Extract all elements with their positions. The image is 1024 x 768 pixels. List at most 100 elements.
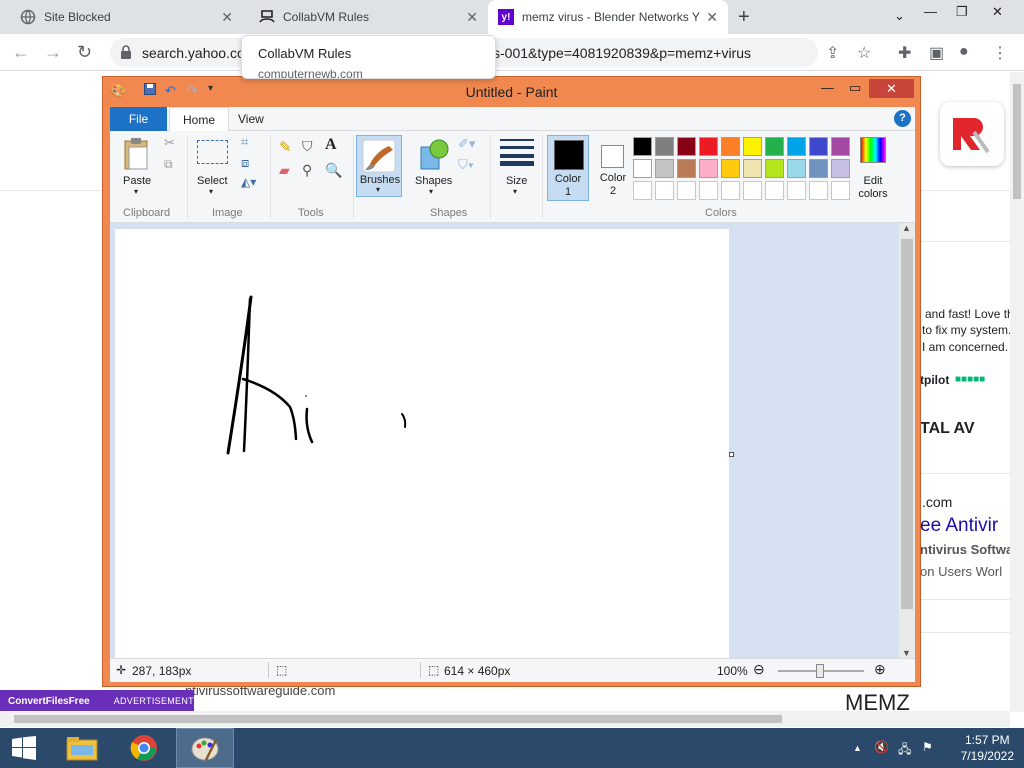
paste-icon[interactable] [123,137,151,174]
shape-fill-icon[interactable]: ⛉▾ [458,157,474,173]
palette-swatch[interactable] [743,181,762,200]
paste-button[interactable]: Paste [123,175,151,187]
palette-swatch[interactable] [721,159,740,178]
scroll-thumb[interactable] [14,715,782,723]
forward-icon[interactable]: → [44,42,62,63]
chrome-taskbar-button[interactable] [115,728,173,768]
palette-swatch[interactable] [809,159,828,178]
share-icon[interactable]: ⇪ [826,43,839,63]
start-button[interactable] [0,728,48,768]
color1-button[interactable]: Color 1 [547,135,589,201]
tab-memz-virus[interactable]: y! memz virus - Blender Networks Y ✕ [488,0,728,34]
palette-swatch[interactable] [699,181,718,200]
reload-icon[interactable]: ↻ [77,42,92,63]
menu-icon[interactable]: ⋮ [992,43,1008,63]
cut-icon[interactable]: ✂ [164,135,175,151]
resize-icon[interactable]: ⧈ [241,155,249,171]
canvas-vertical-scrollbar[interactable]: ▲ ▼ [899,223,915,658]
restore-icon[interactable]: ❐ [956,4,968,20]
size-button[interactable]: Size [506,175,527,187]
copy-icon[interactable]: ⧉ [164,157,173,172]
page-vertical-scrollbar[interactable] [1010,72,1024,712]
bookmark-star-icon[interactable]: ☆ [857,43,871,63]
palette-swatch[interactable] [809,137,828,156]
dropdown-arrow-icon[interactable]: ▾ [429,187,433,196]
action-center-icon[interactable]: ⚑ [922,740,933,754]
close-tab-icon[interactable]: ✕ [221,9,233,26]
palette-swatch[interactable] [831,159,850,178]
close-tab-icon[interactable]: ✕ [706,9,718,26]
tab-site-blocked[interactable]: Site Blocked ✕ [0,0,243,34]
palette-swatch[interactable] [809,181,828,200]
palette-swatch[interactable] [677,159,696,178]
palette-swatch[interactable] [831,137,850,156]
paint-maximize-icon[interactable]: ▭ [849,80,861,96]
help-icon[interactable]: ? [894,110,911,127]
edit-colors-label[interactable]: Edit [855,175,891,187]
brushes-button[interactable]: Brushes ▾ [356,135,402,197]
shapes-icon[interactable] [417,137,451,174]
palette-swatch[interactable] [787,181,806,200]
magnifier-icon[interactable]: 🔍 [325,162,342,179]
paint-taskbar-button[interactable] [176,728,234,768]
palette-swatch[interactable] [765,137,784,156]
zoom-out-icon[interactable]: ⊖ [753,661,765,678]
eraser-icon[interactable]: ▰ [279,162,290,179]
shapes-button[interactable]: Shapes [415,175,452,187]
color-picker-icon[interactable]: ⚲ [302,162,312,179]
palette-swatch[interactable] [655,181,674,200]
edit-colors-label-2[interactable]: colors [854,188,892,200]
close-tab-icon[interactable]: ✕ [466,9,478,26]
text-icon[interactable]: A [325,136,337,154]
fill-icon[interactable]: ⛉ [302,138,313,155]
reason-app-icon[interactable] [940,102,1004,166]
system-clock[interactable]: 1:57 PM 7/19/2022 [961,732,1014,764]
show-hidden-icons[interactable]: ▲ [853,743,862,753]
scroll-up-icon[interactable]: ▲ [902,223,911,233]
outline-icon[interactable]: ✐▾ [458,136,475,152]
scroll-thumb[interactable] [1013,84,1021,199]
palette-swatch[interactable] [831,181,850,200]
page-horizontal-scrollbar[interactable] [0,711,1010,727]
palette-swatch[interactable] [655,137,674,156]
file-menu[interactable]: File [110,107,167,131]
palette-swatch[interactable] [677,181,696,200]
palette-swatch[interactable] [699,137,718,156]
extensions-icon[interactable]: ✚ [898,43,911,63]
back-icon[interactable]: ← [12,42,30,63]
scroll-down-icon[interactable]: ▼ [902,648,911,658]
dropdown-arrow-icon[interactable]: ▾ [209,187,213,196]
palette-swatch[interactable] [743,137,762,156]
crop-icon[interactable]: ⌗ [241,134,248,150]
scroll-thumb[interactable] [901,239,913,609]
palette-swatch[interactable] [699,159,718,178]
volume-muted-icon[interactable]: 🔇 [874,740,889,754]
ad-banner[interactable]: ConvertFilesFree ADVERTISEMENT [0,690,194,712]
ad-title-link[interactable]: ee Antivir [920,515,998,537]
pencil-icon[interactable]: ✎ [279,138,292,156]
minimize-icon[interactable]: — [924,4,937,19]
tab-home[interactable]: Home [169,107,230,132]
palette-swatch[interactable] [765,159,784,178]
palette-swatch[interactable] [677,137,696,156]
palette-swatch[interactable] [721,181,740,200]
profile-icon[interactable]: ● [959,43,969,61]
zoom-slider-thumb[interactable] [816,664,824,678]
rotate-icon[interactable]: ◭▾ [241,175,256,189]
palette-swatch[interactable] [787,137,806,156]
palette-swatch[interactable] [765,181,784,200]
drawing-canvas[interactable] [115,229,729,658]
edit-colors-icon[interactable] [860,137,886,163]
palette-swatch[interactable] [633,159,652,178]
file-explorer-taskbar-button[interactable] [53,728,111,768]
palette-swatch[interactable] [787,159,806,178]
new-tab-button[interactable]: + [738,6,750,29]
zoom-in-icon[interactable]: ⊕ [874,661,886,678]
side-panel-icon[interactable]: ▣ [929,43,944,63]
palette-swatch[interactable] [721,137,740,156]
size-icon[interactable] [500,138,534,169]
tab-collabvm-rules[interactable]: CollabVM Rules ✕ [243,0,488,34]
tab-view[interactable]: View [238,107,264,131]
canvas-resize-handle[interactable] [729,452,734,457]
dropdown-arrow-icon[interactable]: ▾ [134,187,138,196]
